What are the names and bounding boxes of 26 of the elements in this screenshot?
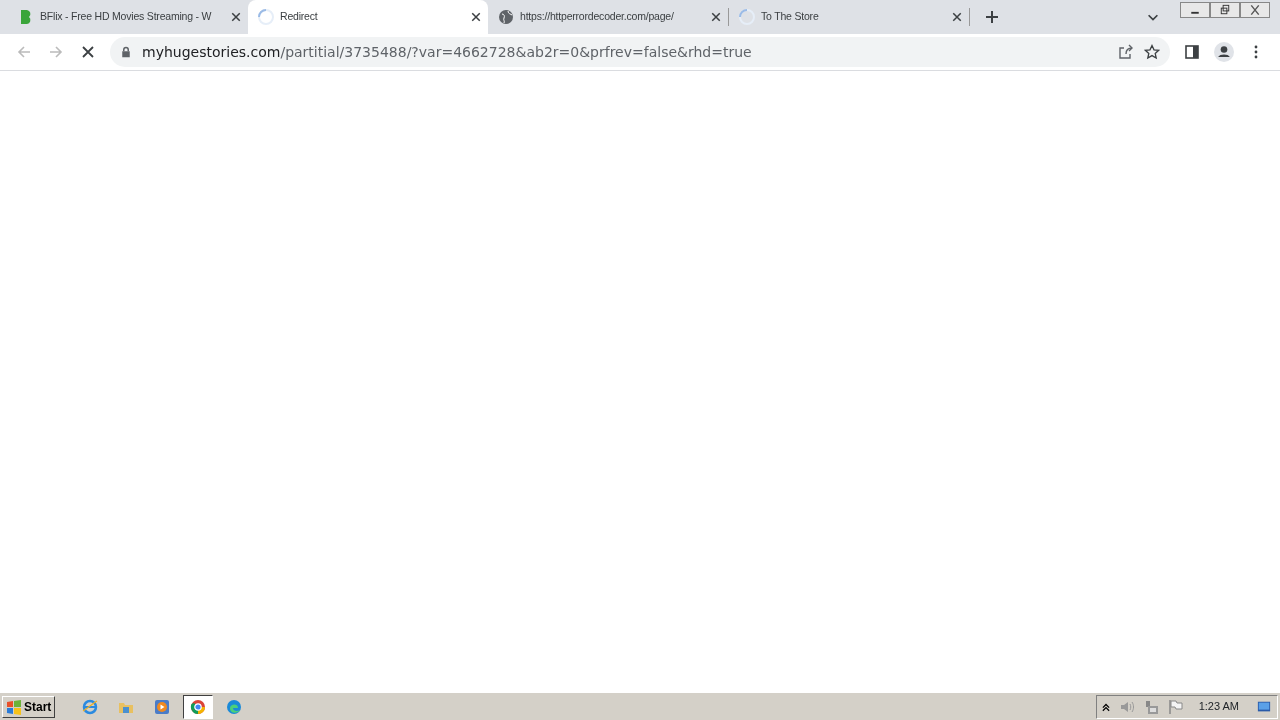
show-desktop-icon[interactable] <box>1255 699 1273 714</box>
browser-tab[interactable]: BFlix - Free HD Movies Streaming - W <box>8 0 248 34</box>
flag-icon[interactable] <box>1166 698 1183 715</box>
lock-icon <box>120 46 132 58</box>
restore-icon[interactable] <box>1210 2 1240 18</box>
browser-tab[interactable]: https://httperrordecoder.com/page/ <box>488 0 728 34</box>
close-icon[interactable] <box>951 11 963 23</box>
chrome-icon[interactable] <box>183 694 214 719</box>
globe-icon <box>498 9 514 25</box>
minimize-icon[interactable] <box>1180 2 1210 18</box>
close-icon[interactable] <box>470 11 482 23</box>
windows-logo-icon <box>6 698 22 715</box>
share-icon[interactable] <box>1118 44 1134 60</box>
clock-text[interactable]: 1:23 AM <box>1198 698 1239 715</box>
address-bar[interactable]: myhugestories.com/partitial/3735488/?var=4662728&ab2r=0&prfrev=false&rhd=true <box>110 37 1170 67</box>
loading-spinner-icon <box>258 9 274 25</box>
loading-spinner-icon <box>739 9 755 25</box>
close-icon[interactable] <box>230 11 242 23</box>
url-text: myhugestories.com/partitial/3735488/?var=4662728&ab2r=0&prfrev=false&rhd=true <box>142 42 753 62</box>
start-button[interactable]: Start <box>2 695 56 718</box>
browser-tab[interactable]: Redirect <box>248 0 488 34</box>
star-icon[interactable] <box>1144 44 1160 60</box>
close-icon[interactable] <box>1240 2 1270 18</box>
close-icon[interactable] <box>710 11 722 23</box>
browser-tab[interactable]: To The Store <box>729 0 969 34</box>
new-tab-icon[interactable] <box>984 9 1000 25</box>
